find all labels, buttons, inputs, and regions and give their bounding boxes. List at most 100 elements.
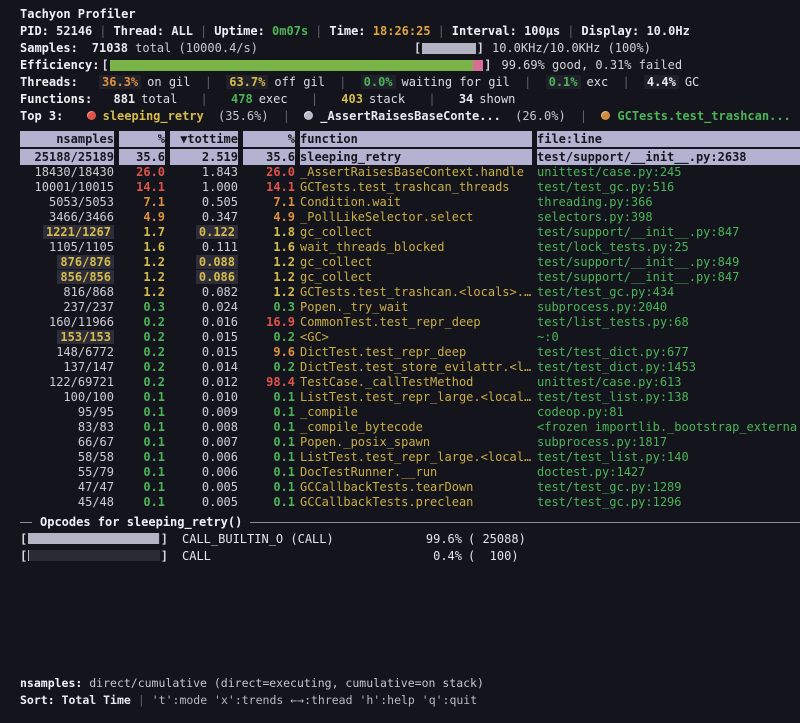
column-header-tottime[interactable]: ▼tottime	[170, 131, 238, 147]
table-row[interactable]: 83/83 0.1 0.008 0.1 _compile_bytecode <f…	[0, 420, 800, 435]
column-header-nsamples[interactable]: nsamples	[20, 131, 114, 147]
cell-nsamples: 1221/1267	[20, 225, 114, 240]
cell-file-line: selectors.py:398	[537, 210, 800, 225]
first-place-medal-icon	[87, 111, 96, 120]
divider-line	[250, 522, 800, 523]
table-row[interactable]: 47/47 0.1 0.005 0.1 GCCallbackTests.tear…	[0, 480, 800, 495]
opcodes-title: Opcodes for sleeping_retry()	[32, 515, 250, 529]
table-row[interactable]: 1221/1267 1.7 0.122 1.8 gc_collect test/…	[0, 225, 800, 240]
samples-label: Samples:	[20, 41, 78, 55]
thread-value[interactable]: ALL	[171, 24, 193, 38]
function-stat: 403stack	[341, 92, 405, 106]
cell-file-line: test/test_gc.py:1296	[537, 495, 800, 510]
table-row[interactable]: 160/11966 0.2 0.016 16.9 CommonTest.test…	[0, 315, 800, 330]
table-row[interactable]: 10001/10015 14.1 1.000 14.1 GCTests.test…	[0, 180, 800, 195]
bar-bracket: ]	[484, 57, 491, 74]
table-row[interactable]: 66/67 0.1 0.007 0.1 Popen._posix_spawn s…	[0, 435, 800, 450]
cell-function: GCCallbackTests.tearDown	[300, 480, 532, 495]
stat-name: waiting for gil	[402, 75, 510, 89]
efficiency-line: Efficiency:[]99.69% good, 0.31% failed	[20, 57, 800, 74]
sort-value: Total Time	[62, 693, 131, 707]
stat-value: 881	[113, 92, 135, 106]
cell-file-line: test/support/__init__.py:2638	[537, 149, 800, 165]
cell-nsamples: 153/153	[20, 330, 114, 345]
cell-file-line: test/test_dict.py:1453	[537, 360, 800, 375]
opcode-count: ( 100)	[468, 549, 519, 563]
cell-cumulative-pct: 0.1	[243, 435, 295, 450]
table-row[interactable]: 100/100 0.1 0.010 0.1 ListTest.test_repr…	[0, 390, 800, 405]
opcode-row: [] CALL_BUILTIN_O (CALL) 99.6% ( 25088)	[0, 530, 800, 547]
cell-tottime: 0.122	[170, 225, 238, 240]
time-label: Time:	[329, 24, 365, 38]
cell-direct-pct: 0.1	[119, 450, 165, 465]
cell-file-line: test/test_dict.py:677	[537, 345, 800, 360]
stat-value: 0.0%	[361, 75, 396, 89]
table-row[interactable]: 3466/3466 4.9 0.347 4.9 _PollLikeSelecto…	[0, 210, 800, 225]
cell-function: CommonTest.test_repr_deep	[300, 315, 532, 330]
display-value: 10.0Hz	[646, 24, 689, 38]
table-row[interactable]: 18430/18430 26.0 1.843 26.0 _AssertRaise…	[0, 165, 800, 180]
separator: |	[622, 75, 629, 89]
cell-direct-pct: 0.3	[119, 300, 165, 315]
stat-name: GC	[685, 75, 699, 89]
cell-function: DictTest.test_store_evilattr.<local...	[300, 360, 532, 375]
cell-tottime: 0.015	[170, 330, 238, 345]
cell-direct-pct: 0.1	[119, 390, 165, 405]
table-row[interactable]: 148/6772 0.2 0.015 9.6 DictTest.test_rep…	[0, 345, 800, 360]
thread-stat: 36.3%on gil	[99, 75, 190, 89]
threads-line: Threads: 36.3%on gil | 63.7%off gil | 0.…	[20, 74, 800, 91]
function-table: nsamples % ▼tottime % function file:line…	[0, 131, 800, 510]
pid-value: 52146	[56, 24, 92, 38]
cell-file-line: test/test_list.py:138	[537, 390, 800, 405]
table-row[interactable]: 237/237 0.3 0.024 0.3 Popen._try_wait su…	[0, 300, 800, 315]
separator: |	[283, 109, 290, 123]
table-row[interactable]: 876/876 1.2 0.088 1.2 gc_collect test/su…	[0, 255, 800, 270]
functions-line: Functions: 881total | 478exec | 403stack…	[20, 91, 800, 108]
stat-value: 4.4%	[644, 75, 679, 89]
table-row[interactable]: 55/79 0.1 0.006 0.1 DocTestRunner.__run …	[0, 465, 800, 480]
status-line: PID: 52146|Thread: ALL|Uptime: 0m07s|Tim…	[20, 23, 800, 40]
separator: |	[524, 75, 531, 89]
top3-entry: GCTests.test_trashcan... (14.1%)	[601, 109, 800, 123]
table-row[interactable]: 153/153 0.2 0.015 0.2 <GC> ~:0	[0, 330, 800, 345]
column-header-cumulative-pct[interactable]: %	[243, 131, 295, 147]
table-row[interactable]: 122/69721 0.2 0.012 98.4 TestCase._callT…	[0, 375, 800, 390]
cell-cumulative-pct: 0.1	[243, 420, 295, 435]
cell-function: gc_collect	[300, 225, 532, 240]
summary-panel: Tachyon Profiler PID: 52146|Thread: ALL|…	[0, 0, 800, 125]
column-header-file-line[interactable]: file:line	[537, 131, 800, 147]
table-row[interactable]: 137/147 0.2 0.014 0.2 DictTest.test_stor…	[0, 360, 800, 375]
samples-total: 71038 total (10000.4/s)	[92, 41, 258, 55]
cell-function: _compile	[300, 405, 532, 420]
separator: |	[99, 24, 106, 38]
table-row[interactable]: 58/58 0.1 0.006 0.1 ListTest.test_repr_l…	[0, 450, 800, 465]
cell-nsamples: 160/11966	[20, 315, 114, 330]
footer-note: nsamples: direct/cumulative (direct=exec…	[20, 675, 484, 692]
table-row-selected[interactable]: 25188/25189 35.6 2.519 35.6 sleeping_ret…	[0, 149, 800, 165]
table-row[interactable]: 5053/5053 7.1 0.505 7.1 Condition.wait t…	[0, 195, 800, 210]
cell-file-line: codeop.py:81	[537, 405, 800, 420]
table-header-row: nsamples % ▼tottime % function file:line	[0, 131, 800, 147]
table-row[interactable]: 816/868 1.2 0.082 1.2 GCTests.test_trash…	[0, 285, 800, 300]
display-label: Display:	[581, 24, 639, 38]
efficiency-label: Efficiency:	[20, 58, 99, 72]
separator: |	[311, 92, 318, 106]
cell-cumulative-pct: 0.2	[243, 360, 295, 375]
cell-cumulative-pct: 0.1	[243, 405, 295, 420]
interval-value: 100µs	[524, 24, 560, 38]
table-row[interactable]: 45/48 0.1 0.005 0.1 GCCallbackTests.prec…	[0, 495, 800, 510]
opcode-count: ( 25088)	[468, 532, 526, 546]
column-header-function[interactable]: function	[300, 131, 532, 147]
cell-file-line: subprocess.py:2040	[537, 300, 800, 315]
cell-nsamples: 1105/1105	[20, 240, 114, 255]
cell-file-line: unittest/case.py:613	[537, 375, 800, 390]
samples-count: 71038	[92, 41, 128, 55]
column-header-direct-pct[interactable]: %	[119, 131, 165, 147]
table-row[interactable]: 856/856 1.2 0.086 1.2 gc_collect test/su…	[0, 270, 800, 285]
table-row[interactable]: 95/95 0.1 0.009 0.1 _compile codeop.py:8…	[0, 405, 800, 420]
cell-nsamples: 816/868	[20, 285, 114, 300]
cell-nsamples: 137/147	[20, 360, 114, 375]
table-row[interactable]: 1105/1105 1.6 0.111 1.6 wait_threads_blo…	[0, 240, 800, 255]
cell-cumulative-pct: 0.1	[243, 480, 295, 495]
thread-stat: 0.0% waiting for gil	[361, 75, 510, 89]
